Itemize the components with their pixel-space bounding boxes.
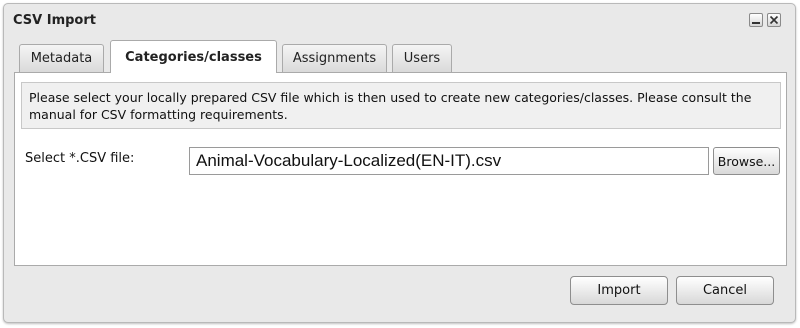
minimize-icon[interactable]: [749, 13, 763, 27]
title-bar[interactable]: CSV Import: [4, 4, 795, 36]
tab-panel: Please select your locally prepared CSV …: [14, 72, 787, 266]
dialog-footer: Import Cancel: [14, 266, 787, 316]
close-x-glyph: [769, 15, 779, 25]
info-message: Please select your locally prepared CSV …: [21, 82, 781, 129]
browse-button[interactable]: Browse...: [713, 147, 780, 175]
csv-file-field[interactable]: Animal-Vocabulary-Localized(EN-IT).csv: [189, 147, 709, 175]
dialog-title: CSV Import: [13, 13, 96, 28]
cancel-button[interactable]: Cancel: [676, 276, 774, 305]
tab-categories-classes[interactable]: Categories/classes: [110, 40, 277, 73]
tab-users[interactable]: Users: [392, 44, 452, 72]
import-button[interactable]: Import: [570, 276, 668, 305]
tab-assignments[interactable]: Assignments: [282, 44, 387, 72]
close-icon[interactable]: [767, 13, 781, 27]
file-label: Select *.CSV file:: [25, 151, 135, 166]
tab-metadata[interactable]: Metadata: [19, 44, 104, 72]
csv-import-dialog: CSV Import Metadata Categories/classes A…: [3, 3, 796, 323]
